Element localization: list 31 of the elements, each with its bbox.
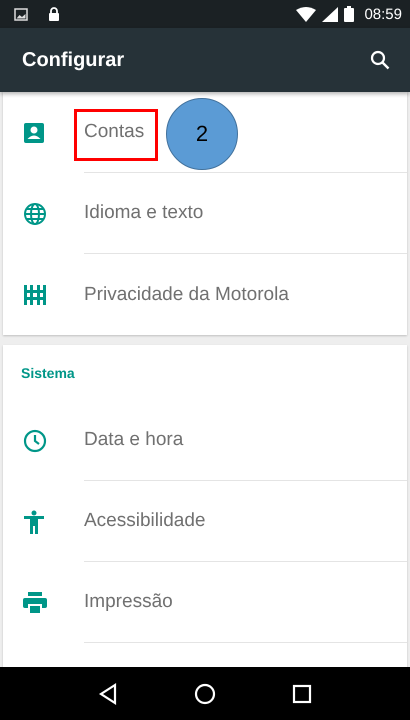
item-label: Idioma e texto <box>84 202 204 224</box>
item-label: Data e hora <box>84 429 184 451</box>
settings-item[interactable]: Contas 2 <box>3 92 407 173</box>
search-icon[interactable] <box>370 50 390 70</box>
printer-icon <box>23 592 47 614</box>
item-label: Contas <box>84 121 144 143</box>
settings-item[interactable]: Data e hora <box>3 400 407 481</box>
lock-icon <box>48 7 60 21</box>
back-icon[interactable] <box>98 682 118 704</box>
person-icon <box>23 510 45 534</box>
clock-icon <box>23 428 47 452</box>
recents-icon[interactable] <box>292 684 312 704</box>
status-time: 08:59 <box>364 6 402 22</box>
settings-item[interactable]: Acessibilidade <box>3 481 407 562</box>
item-label: Impressão <box>84 591 173 613</box>
step-callout: 2 <box>166 98 238 170</box>
settings-item[interactable]: Impressão <box>3 562 407 643</box>
globe-icon <box>23 202 47 226</box>
home-icon[interactable] <box>194 682 216 704</box>
section-header: Sistema <box>20 364 76 382</box>
signal-icon <box>322 6 338 22</box>
fence-icon <box>23 284 47 306</box>
settings-item[interactable]: Idioma e texto <box>3 173 407 254</box>
screen-title: Configurar <box>22 48 124 72</box>
person-card-icon <box>23 122 45 144</box>
item-label: Privacidade da Motorola <box>84 284 289 306</box>
wifi-icon <box>296 6 316 22</box>
item-label: Acessibilidade <box>84 510 206 532</box>
battery-icon <box>344 6 354 22</box>
picture-icon <box>14 8 28 20</box>
settings-item[interactable]: Privacidade da Motorola <box>3 254 407 335</box>
